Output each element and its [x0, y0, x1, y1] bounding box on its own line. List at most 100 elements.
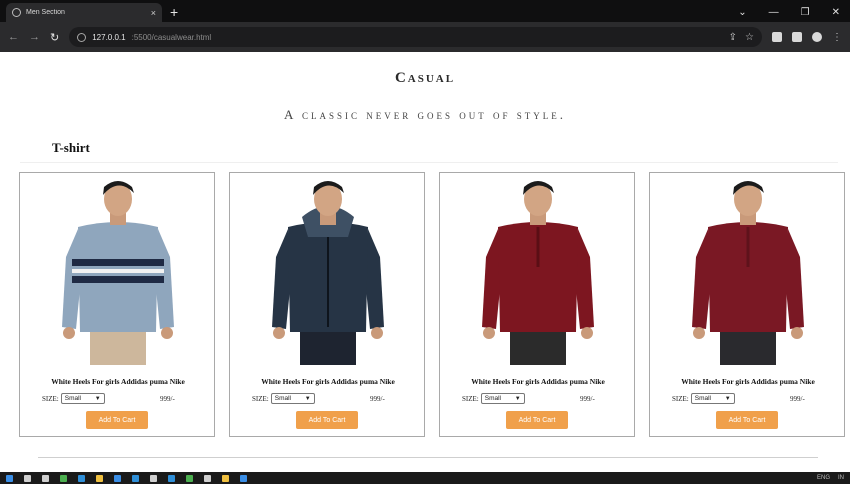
- product-card: White Heels For girls Addidas puma Nike …: [439, 172, 635, 437]
- pants-shape: [90, 327, 146, 365]
- page-content: Casual A classic never goes out of style…: [0, 52, 850, 472]
- add-to-cart-button[interactable]: Add To Cart: [506, 411, 568, 429]
- product-name: White Heels For girls Addidas puma Nike: [471, 377, 605, 386]
- pants-shape: [300, 327, 356, 365]
- product-price: 999/-: [160, 395, 175, 403]
- os-taskbar: ENG IN: [0, 472, 850, 484]
- size-select[interactable]: Small ▼: [690, 393, 735, 404]
- chevron-down-icon: ▼: [304, 395, 311, 402]
- task-view-icon[interactable]: [42, 474, 49, 482]
- tab-search-icon[interactable]: ⌄: [738, 7, 746, 18]
- extension-area: ⋮: [772, 32, 842, 43]
- size-selected-value: Small: [484, 395, 501, 402]
- size-select[interactable]: Small ▼: [60, 393, 105, 404]
- new-tab-button[interactable]: +: [170, 4, 178, 20]
- maximize-button[interactable]: ❐: [801, 7, 810, 18]
- reload-button[interactable]: ↻: [50, 31, 59, 44]
- product-card: White Heels For girls Addidas puma Nike …: [649, 172, 845, 437]
- page-title: Casual: [394, 70, 456, 86]
- photos-icon[interactable]: [186, 474, 193, 482]
- footer-divider: [38, 457, 818, 458]
- size-label: SIZE:: [42, 394, 59, 403]
- tab-title: Men Section: [26, 9, 65, 16]
- windows-start-icon[interactable]: [6, 474, 13, 482]
- star-icon[interactable]: ☆: [745, 32, 754, 43]
- share-icon[interactable]: ⇪: [729, 32, 737, 43]
- browser-tab-strip: Men Section × + ⌄ — ❐ ✕: [0, 0, 850, 22]
- forward-button[interactable]: →: [29, 31, 40, 43]
- back-button[interactable]: ←: [8, 31, 19, 43]
- add-to-cart-button[interactable]: Add To Cart: [296, 411, 358, 429]
- system-tray: ENG IN: [817, 475, 844, 481]
- section-title: T-shirt: [52, 140, 90, 155]
- close-window-button[interactable]: ✕: [832, 7, 840, 18]
- app-icon[interactable]: [240, 474, 247, 482]
- language-indicator[interactable]: ENG: [817, 475, 830, 481]
- search-icon[interactable]: [24, 474, 31, 482]
- product-price: 999/-: [790, 395, 805, 403]
- stripe-shape: [72, 259, 164, 266]
- add-to-cart-button[interactable]: Add To Cart: [716, 411, 778, 429]
- extensions-icon[interactable]: [772, 32, 782, 42]
- url-host: 127.0.0.1: [92, 32, 126, 42]
- product-name: White Heels For girls Addidas puma Nike: [681, 377, 815, 386]
- terminal-icon[interactable]: [204, 474, 211, 482]
- folder-icon[interactable]: [222, 474, 229, 482]
- files-icon[interactable]: [96, 474, 103, 482]
- product-image[interactable]: [48, 177, 188, 365]
- size-label: SIZE:: [462, 394, 479, 403]
- browser-toolbar: ← → ↻ 127.0.0.1 :5500/casualwear.html ⇪ …: [0, 22, 850, 52]
- product-image[interactable]: [678, 177, 818, 365]
- product-price: 999/-: [370, 395, 385, 403]
- minimize-button[interactable]: —: [769, 7, 779, 18]
- size-label: SIZE:: [252, 394, 269, 403]
- product-image[interactable]: [258, 177, 398, 365]
- right-hand-shape: [581, 327, 593, 339]
- pants-shape: [720, 327, 776, 365]
- profile-icon[interactable]: [812, 32, 822, 42]
- mail-icon[interactable]: [132, 474, 139, 482]
- address-bar[interactable]: 127.0.0.1 :5500/casualwear.html ⇪ ☆: [69, 27, 762, 47]
- window-controls: ⌄ — ❐ ✕: [738, 7, 850, 18]
- section-divider: [20, 162, 838, 163]
- stripe-shape: [72, 276, 164, 283]
- chevron-down-icon: ▼: [514, 395, 521, 402]
- region-indicator[interactable]: IN: [838, 475, 844, 481]
- close-tab-icon[interactable]: ×: [151, 8, 156, 18]
- product-name: White Heels For girls Addidas puma Nike: [261, 377, 395, 386]
- product-grid: White Heels For girls Addidas puma Nike …: [19, 172, 845, 437]
- right-hand-shape: [371, 327, 383, 339]
- right-hand-shape: [791, 327, 803, 339]
- site-info-icon[interactable]: [77, 32, 87, 42]
- product-image[interactable]: [468, 177, 608, 365]
- left-hand-shape: [693, 327, 705, 339]
- chevron-down-icon: ▼: [724, 395, 731, 402]
- size-selected-value: Small: [694, 395, 711, 402]
- chevron-down-icon: ▼: [94, 395, 101, 402]
- url-path: :5500/casualwear.html: [131, 32, 212, 42]
- product-price: 999/-: [580, 395, 595, 403]
- chrome-icon[interactable]: [60, 474, 67, 482]
- stripe-shape: [72, 269, 164, 273]
- page-tagline: A classic never goes out of style.: [284, 107, 566, 122]
- right-hand-shape: [161, 327, 173, 339]
- size-select[interactable]: Small ▼: [480, 393, 525, 404]
- sidebar-icon[interactable]: [792, 32, 802, 42]
- product-card: White Heels For girls Addidas puma Nike …: [19, 172, 215, 437]
- product-card: White Heels For girls Addidas puma Nike …: [229, 172, 425, 437]
- menu-icon[interactable]: ⋮: [832, 32, 842, 43]
- size-selected-value: Small: [64, 395, 81, 402]
- size-selected-value: Small: [274, 395, 291, 402]
- add-to-cart-button[interactable]: Add To Cart: [86, 411, 148, 429]
- store-icon[interactable]: [114, 474, 121, 482]
- left-hand-shape: [273, 327, 285, 339]
- settings-icon[interactable]: [150, 474, 157, 482]
- product-name: White Heels For girls Addidas puma Nike: [51, 377, 185, 386]
- size-label: SIZE:: [672, 394, 689, 403]
- edge-icon[interactable]: [78, 474, 85, 482]
- vscode-icon[interactable]: [168, 474, 175, 482]
- size-select[interactable]: Small ▼: [270, 393, 315, 404]
- tab-men-section[interactable]: Men Section ×: [6, 3, 162, 22]
- pants-shape: [510, 327, 566, 365]
- globe-icon: [12, 8, 21, 17]
